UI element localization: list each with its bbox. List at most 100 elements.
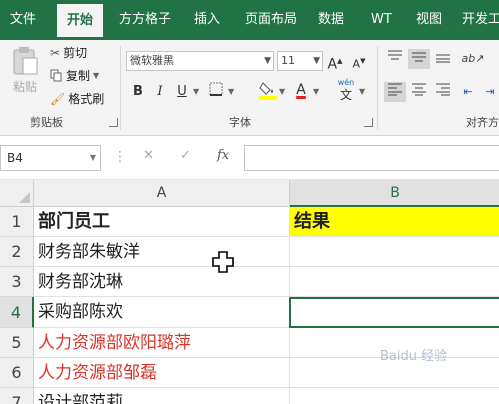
clipboard-icon xyxy=(13,47,38,75)
font-color-glyph: A xyxy=(296,82,306,98)
align-center-icon xyxy=(412,83,426,96)
orientation-icon: ab↗ xyxy=(461,52,485,65)
align-middle-icon xyxy=(412,52,426,62)
borders-button[interactable] xyxy=(206,82,226,102)
tab-page-layout[interactable]: 页面布局 xyxy=(245,0,297,40)
tab-data[interactable]: 数据 xyxy=(318,0,344,40)
cell-a7[interactable]: 设计部范莉 xyxy=(34,388,290,404)
chevron-down-icon[interactable]: ▼ xyxy=(279,87,285,96)
decrease-indent-button[interactable]: ⇤ xyxy=(458,82,478,102)
bold-button[interactable]: B xyxy=(128,82,148,102)
left-align-button[interactable] xyxy=(384,82,406,102)
row-header[interactable]: 5 xyxy=(0,328,34,358)
formula-bar: B4 ▼ ⋮ ✕ ✓ fx xyxy=(0,137,499,180)
row-header[interactable]: 7 xyxy=(0,388,34,404)
indent-icon: ⇥ xyxy=(485,85,495,98)
indent-icon: ⇤ xyxy=(463,85,473,98)
align-left-icon xyxy=(388,83,402,96)
middle-align-button[interactable] xyxy=(408,49,430,69)
copy-button[interactable]: 复制 ▼ xyxy=(50,67,99,84)
cell-a1[interactable]: 部门员工 xyxy=(34,207,290,237)
column-header-a[interactable]: A xyxy=(34,180,290,207)
increase-indent-button[interactable]: ⇥ xyxy=(480,82,499,102)
corner-triangle-icon xyxy=(19,192,30,203)
drag-handle-icon[interactable]: ⋮ xyxy=(113,149,127,165)
chevron-down-icon[interactable]: ▼ xyxy=(313,87,319,96)
font-launcher-icon[interactable] xyxy=(364,118,373,127)
chevron-down-icon: ▼ xyxy=(264,56,271,66)
cell-b3[interactable] xyxy=(290,267,499,297)
border-icon xyxy=(209,82,223,96)
font-color-button[interactable]: A xyxy=(291,80,311,100)
cut-button[interactable]: ✂ 剪切 xyxy=(50,44,87,61)
center-align-button[interactable] xyxy=(408,82,430,102)
top-align-button[interactable] xyxy=(384,49,406,69)
divider xyxy=(120,46,121,130)
tab-view[interactable]: 视图 xyxy=(416,0,442,40)
row-header[interactable]: 4 xyxy=(0,297,34,328)
select-all-corner[interactable] xyxy=(0,180,34,207)
cell-a5[interactable]: 人力资源部欧阳璐萍 xyxy=(34,328,290,358)
cell-a3[interactable]: 财务部沈琳 xyxy=(34,267,290,297)
tab-file[interactable]: 文件 xyxy=(10,0,36,40)
align-bottom-icon xyxy=(436,54,450,63)
italic-button[interactable]: I xyxy=(150,82,170,102)
font-group-label: 字体 xyxy=(229,116,251,129)
paint-bucket-icon xyxy=(259,82,277,100)
active-cell-border xyxy=(289,297,499,328)
fill-color-button[interactable] xyxy=(258,80,278,100)
chevron-down-icon[interactable]: ▼ xyxy=(228,87,234,96)
scissors-icon: ✂ xyxy=(50,45,61,60)
font-size-value: 11 xyxy=(281,54,295,67)
watermark-text: Baidu 经验 xyxy=(380,349,448,364)
worksheet-grid: A B 1 部门员工 结果 2 财务部朱敏洋 3 财务部沈琳 4 采购部陈欢 5… xyxy=(0,180,499,404)
phonetic-bottom: 文 xyxy=(339,88,352,102)
cell-b2[interactable] xyxy=(290,237,499,267)
right-align-button[interactable] xyxy=(432,82,454,102)
phonetic-guide-button[interactable]: wén 文 xyxy=(334,78,358,102)
chevron-down-icon[interactable]: ▼ xyxy=(93,71,99,80)
format-painter-button[interactable]: 🖌 格式刷 xyxy=(50,90,104,107)
cell-b1[interactable]: 结果 xyxy=(290,207,499,237)
underline-button[interactable]: U xyxy=(172,82,192,102)
cancel-button[interactable]: ✕ xyxy=(143,148,154,163)
font-size-select[interactable]: 11 ▼ xyxy=(277,51,323,71)
grow-font-button[interactable]: A▲ xyxy=(325,51,345,73)
cell-a6[interactable]: 人力资源部邹磊 xyxy=(34,358,290,388)
cell-a2[interactable]: 财务部朱敏洋 xyxy=(34,237,290,267)
chevron-down-icon[interactable]: ▼ xyxy=(193,87,199,96)
row-header[interactable]: 3 xyxy=(0,267,34,297)
cell-b7[interactable] xyxy=(290,388,499,404)
cell-select-cursor-icon xyxy=(212,251,234,273)
row-header[interactable]: 6 xyxy=(0,358,34,388)
enter-button[interactable]: ✓ xyxy=(180,148,191,163)
tab-insert[interactable]: 插入 xyxy=(194,0,220,40)
column-header-b[interactable]: B xyxy=(290,180,499,207)
format-painter-label: 格式刷 xyxy=(68,92,105,106)
name-box[interactable]: B4 ▼ xyxy=(0,145,101,171)
insert-function-button[interactable]: fx xyxy=(217,148,229,163)
paste-button[interactable]: 粘贴 xyxy=(8,46,42,95)
formula-input[interactable] xyxy=(244,145,499,171)
chevron-down-icon[interactable]: ▼ xyxy=(359,87,365,96)
tab-wt[interactable]: WT xyxy=(371,0,392,40)
clipboard-launcher-icon[interactable] xyxy=(109,118,118,127)
tab-developer[interactable]: 开发工 xyxy=(462,0,499,40)
grow-font-glyph: A xyxy=(327,56,338,73)
row-header[interactable]: 1 xyxy=(0,207,34,237)
bottom-align-button[interactable] xyxy=(432,49,454,69)
font-name-value: 微软雅黑 xyxy=(130,54,174,67)
orientation-button[interactable]: ab↗ xyxy=(458,49,488,69)
paste-label: 粘贴 xyxy=(12,80,37,94)
clipboard-group-label: 剪贴板 xyxy=(30,116,63,129)
copy-icon xyxy=(50,69,62,82)
cell-a4[interactable]: 采购部陈欢 xyxy=(34,297,290,328)
tab-home[interactable]: 开始 xyxy=(57,4,104,40)
shrink-font-button[interactable]: A▼ xyxy=(349,51,369,71)
chevron-down-icon[interactable]: ▼ xyxy=(90,146,96,170)
watermark: Baidu 经验 xyxy=(380,345,447,364)
tab-fangfang[interactable]: 方方格子 xyxy=(119,0,171,40)
font-name-select[interactable]: 微软雅黑 ▼ xyxy=(126,51,274,71)
phonetic-top: wén xyxy=(337,78,355,87)
row-header[interactable]: 2 xyxy=(0,237,34,267)
